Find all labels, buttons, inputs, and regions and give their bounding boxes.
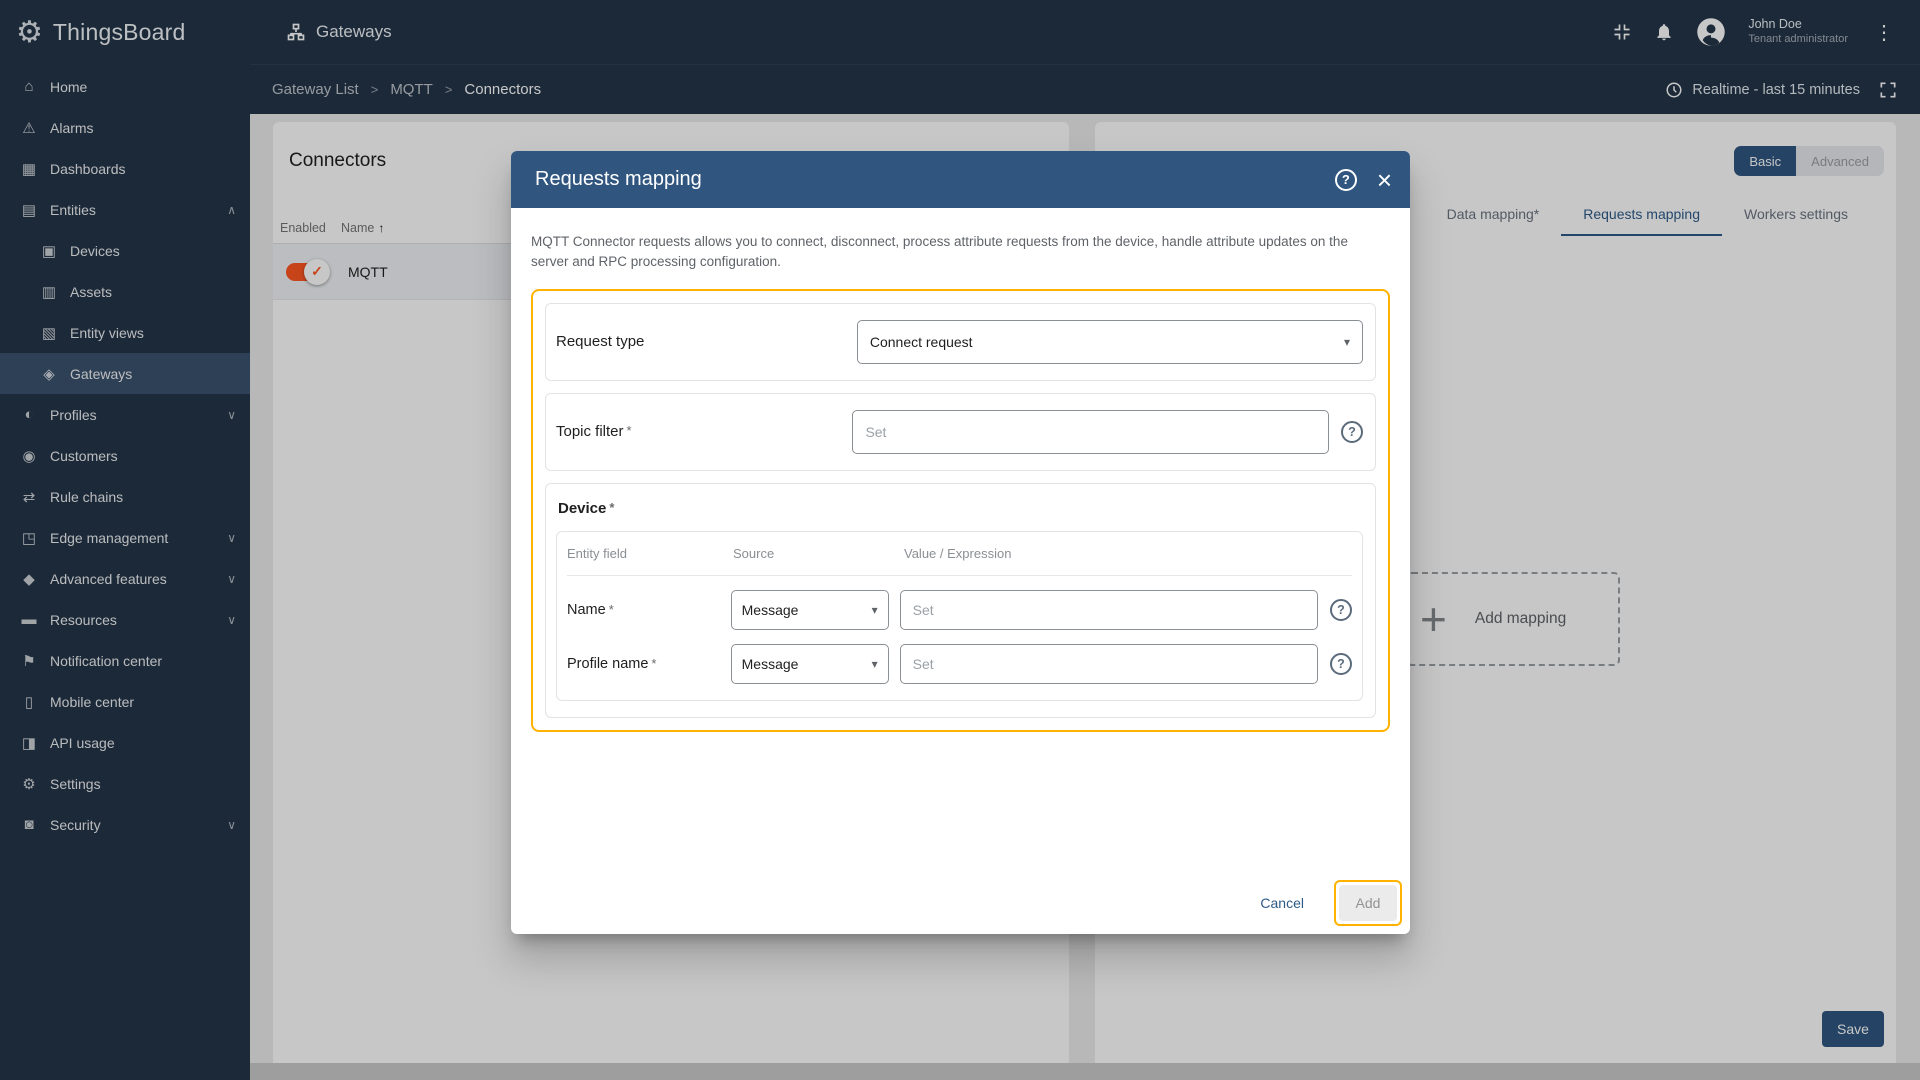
device-section: Device * Entity field Source Value / Expr… — [545, 482, 1376, 718]
cancel-button[interactable]: Cancel — [1250, 887, 1314, 919]
add-button-highlight: Add — [1334, 880, 1402, 926]
help-icon[interactable]: ? — [1334, 168, 1357, 191]
column-value-expression: Value / Expression — [904, 545, 1012, 561]
required-marker: * — [608, 601, 614, 617]
chevron-down-icon: ▾ — [871, 602, 878, 617]
name-field-label: Name * — [567, 602, 731, 618]
profile-name-label-text: Profile name — [567, 655, 649, 672]
dialog-header: Requests mapping ? × — [511, 151, 1410, 208]
required-marker: * — [651, 655, 657, 671]
topic-filter-label: Topic filter * — [556, 423, 852, 440]
chevron-down-icon: ▾ — [871, 656, 878, 671]
name-source-select[interactable]: Message ▾ — [730, 589, 889, 630]
help-icon[interactable]: ? — [1341, 420, 1363, 443]
device-label-text: Device — [558, 499, 607, 517]
topic-filter-placeholder: Set — [865, 423, 887, 440]
required-marker: * — [609, 499, 615, 515]
dialog-header-actions: ? × — [1334, 167, 1392, 193]
chevron-down-icon: ▾ — [1343, 334, 1350, 349]
close-icon[interactable]: × — [1377, 167, 1392, 193]
name-source-value: Message — [741, 601, 799, 618]
request-type-select[interactable]: Connect request ▾ — [856, 319, 1363, 364]
help-icon[interactable]: ? — [1330, 598, 1352, 621]
name-expression-placeholder: Set — [912, 601, 934, 618]
device-row-name: Name * Message ▾ Set ? — [567, 589, 1352, 630]
dialog-hint-text: MQTT Connector requests allows you to co… — [531, 234, 1348, 270]
add-button[interactable]: Add — [1339, 885, 1397, 921]
required-marker: * — [626, 423, 632, 438]
topic-filter-input[interactable]: Set — [852, 409, 1329, 454]
profile-name-expression-placeholder: Set — [912, 655, 934, 672]
app-root: ⚙ ThingsBoard ⌂ Home ⚠ Alarms ▦ Dashboar… — [0, 0, 1920, 1080]
help-icon[interactable]: ? — [1330, 652, 1352, 675]
requests-mapping-dialog: Requests mapping ? × MQTT Connector requ… — [511, 151, 1410, 934]
dialog-body: MQTT Connector requests allows you to co… — [511, 208, 1410, 732]
request-type-label: Request type — [556, 333, 645, 350]
topic-filter-label-text: Topic filter — [556, 423, 624, 440]
device-section-label: Device * — [558, 500, 1363, 517]
device-table-header: Entity field Source Value / Expression — [567, 532, 1352, 576]
profile-name-source-select[interactable]: Message ▾ — [730, 643, 889, 684]
device-table: Entity field Source Value / Expression N… — [556, 530, 1363, 701]
dialog-footer: Cancel Add — [1250, 880, 1402, 926]
onboarding-highlight-box: Request type Connect request ▾ Topic fil… — [531, 288, 1390, 732]
profile-name-expression-input[interactable]: Set — [899, 643, 1318, 684]
name-expression-input[interactable]: Set — [899, 589, 1318, 630]
column-entity-field: Entity field — [567, 545, 627, 561]
profile-name-field-label: Profile name * — [567, 656, 731, 672]
dialog-title: Requests mapping — [535, 168, 702, 190]
topic-filter-section: Topic filter * Set ? — [545, 392, 1376, 471]
profile-name-source-value: Message — [741, 655, 799, 672]
column-source: Source — [733, 545, 775, 561]
name-label-text: Name — [567, 601, 606, 618]
request-type-section: Request type Connect request ▾ — [545, 302, 1376, 381]
device-row-profile-name: Profile name * Message ▾ Set ? — [567, 643, 1352, 684]
request-type-value: Connect request — [869, 333, 973, 350]
